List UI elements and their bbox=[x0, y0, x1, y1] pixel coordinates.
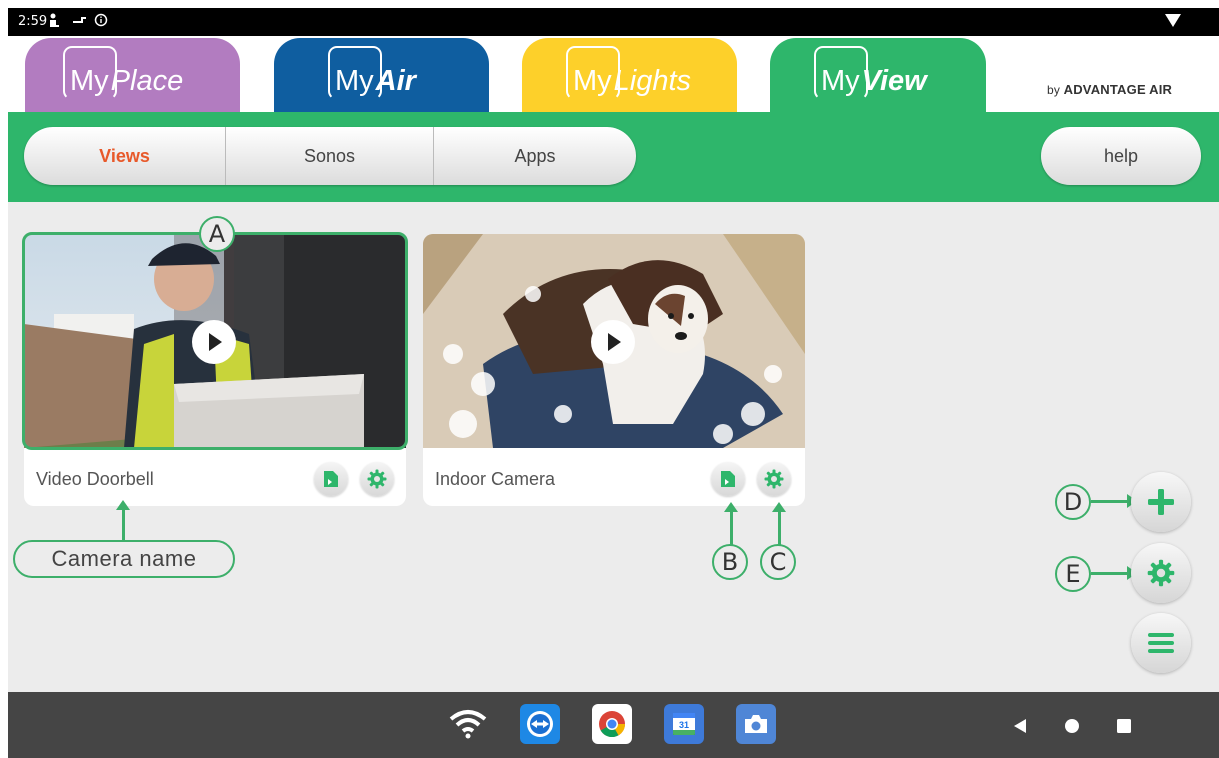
recents-button[interactable] bbox=[1116, 718, 1132, 739]
camera-card-doorbell[interactable]: Video Doorbell bbox=[24, 234, 406, 506]
gear-icon bbox=[367, 469, 387, 489]
annotation-arrow bbox=[772, 502, 786, 546]
home-icon bbox=[1065, 719, 1079, 733]
brand-label: by ADVANTAGE AIR bbox=[1047, 82, 1173, 97]
help-button[interactable]: help bbox=[1041, 127, 1201, 185]
camera-name: Indoor Camera bbox=[435, 469, 556, 489]
myair-logo: My Air bbox=[328, 46, 416, 104]
tab-myview[interactable]: My View bbox=[770, 38, 986, 112]
menu-icon bbox=[1148, 633, 1174, 653]
camera-thumbnail[interactable] bbox=[423, 234, 805, 448]
person-icon bbox=[48, 13, 60, 32]
camera-card-indoor[interactable]: Indoor Camera bbox=[423, 234, 805, 506]
annotation-c: C bbox=[760, 544, 796, 580]
snapshot-button[interactable] bbox=[314, 462, 348, 496]
status-bar: 2:59 bbox=[8, 8, 1219, 36]
annotation-arrow bbox=[1091, 494, 1137, 508]
chrome-icon[interactable] bbox=[592, 704, 632, 744]
annotation-camera-name: Camera name bbox=[13, 540, 235, 578]
menu-button[interactable] bbox=[1131, 613, 1191, 673]
gear-icon bbox=[764, 469, 784, 489]
add-camera-button[interactable] bbox=[1131, 472, 1191, 532]
back-icon bbox=[1014, 719, 1026, 733]
status-time: 2:59 bbox=[18, 14, 48, 29]
gear-icon bbox=[1147, 559, 1175, 587]
recents-icon bbox=[1117, 719, 1131, 733]
tab-mylights[interactable]: My Lights bbox=[522, 38, 737, 112]
segmented-control: Views Sonos Apps bbox=[24, 127, 636, 185]
camera-settings-button[interactable] bbox=[757, 462, 791, 496]
camera-thumbnail[interactable] bbox=[24, 234, 406, 448]
annotation-arrow bbox=[116, 500, 130, 540]
myplace-logo: My Place bbox=[63, 46, 183, 104]
info-icon bbox=[94, 13, 108, 30]
system-nav-bar: 31 bbox=[8, 692, 1219, 758]
tab-myplace[interactable]: My Place bbox=[25, 38, 240, 112]
annotation-a: A bbox=[199, 216, 235, 252]
tab-sonos[interactable]: Sonos bbox=[226, 127, 434, 185]
camera-name: Video Doorbell bbox=[36, 469, 154, 489]
annotation-arrow bbox=[724, 502, 738, 546]
back-button[interactable] bbox=[1012, 718, 1028, 739]
mylights-logo: My Lights bbox=[566, 46, 691, 104]
annotation-d: D bbox=[1055, 484, 1091, 520]
plus-icon bbox=[1148, 489, 1174, 515]
teamviewer-icon[interactable] bbox=[520, 704, 560, 744]
app-tabs: My Place My Air My Lights My View by ADVANTA… bbox=[8, 36, 1219, 112]
play-button[interactable] bbox=[192, 320, 236, 364]
wifi-icon bbox=[1165, 14, 1181, 27]
annotation-b: B bbox=[712, 544, 748, 580]
file-icon bbox=[721, 471, 735, 487]
play-button[interactable] bbox=[591, 320, 635, 364]
snapshot-button[interactable] bbox=[711, 462, 745, 496]
camera-icon[interactable] bbox=[736, 704, 776, 744]
camera-settings-button[interactable] bbox=[360, 462, 394, 496]
calendar-icon[interactable]: 31 bbox=[664, 704, 704, 744]
tab-apps[interactable]: Apps bbox=[434, 127, 636, 185]
network-icon bbox=[72, 13, 88, 30]
annotation-e: E bbox=[1055, 556, 1091, 592]
tab-views[interactable]: Views bbox=[24, 127, 226, 185]
file-icon bbox=[324, 471, 338, 487]
views-content: Video Doorbell Indoor Camera A Camera na… bbox=[8, 202, 1219, 692]
svg-text:31: 31 bbox=[679, 720, 689, 730]
section-nav: Views Sonos Apps help bbox=[8, 112, 1219, 202]
settings-button[interactable] bbox=[1131, 543, 1191, 603]
annotation-arrow bbox=[1091, 566, 1137, 580]
tab-myair[interactable]: My Air bbox=[274, 38, 489, 112]
home-button[interactable] bbox=[1064, 718, 1080, 739]
myview-logo: My View bbox=[814, 46, 927, 104]
wifi-icon[interactable] bbox=[448, 704, 488, 744]
